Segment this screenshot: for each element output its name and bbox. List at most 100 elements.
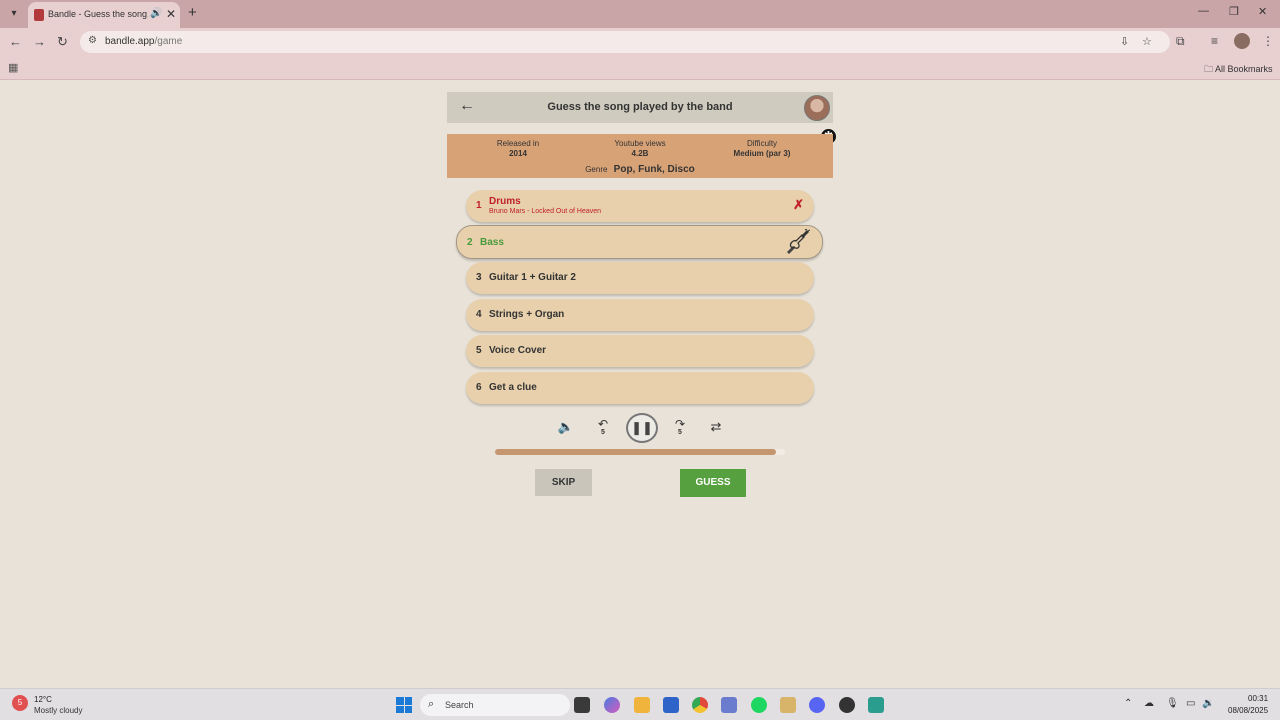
reading-list-icon[interactable]: ≡ [1211, 34, 1218, 48]
app-ruler-icon[interactable] [780, 697, 796, 713]
spotify-icon[interactable] [751, 697, 767, 713]
install-app-icon[interactable]: ⇩ [1120, 35, 1129, 48]
player-controls: 🔈 ↶ 5 ❚❚ ↷ 5 ⇄ [550, 413, 730, 443]
discord-icon[interactable] [809, 697, 825, 713]
views-info: Youtube views 4.2B [575, 139, 705, 158]
taskbar-search[interactable]: ⌕ Search [420, 694, 570, 716]
rewind-icon: ↶ [597, 417, 609, 431]
address-bar[interactable]: ⚙ bandle.app/game ⇩ ☆ [80, 31, 1170, 53]
released-label: Released in [496, 139, 540, 148]
profile-avatar[interactable] [1234, 33, 1250, 49]
app-v-icon[interactable] [721, 697, 737, 713]
tab-title: Bandle - Guess the song, or [48, 9, 148, 19]
bandle-favicon-icon [34, 9, 44, 21]
notepad-icon[interactable] [868, 697, 884, 713]
microphone-icon[interactable]: 🎙 [1166, 698, 1179, 709]
clue-row-drums[interactable]: 1 Drums Bruno Mars - Locked Out of Heave… [466, 190, 814, 222]
back-icon[interactable]: ← [9, 34, 22, 49]
repeat-off-icon[interactable]: ⇄ [706, 419, 726, 435]
skip-button[interactable]: SKIP [535, 469, 592, 496]
playback-progress[interactable] [495, 449, 785, 455]
tab-search-menu-icon[interactable]: ▾ [6, 6, 22, 22]
all-bookmarks-button[interactable]: 🗀 All Bookmarks [1204, 62, 1273, 78]
bass-guitar-icon [787, 229, 810, 254]
clock-date[interactable]: 08/08/2025 [1228, 706, 1268, 715]
page-title: Guess the song played by the band [547, 101, 733, 113]
restore-icon[interactable]: ❐ [1229, 5, 1239, 18]
clue-label: Get a clue [489, 382, 537, 393]
clue-row-voice[interactable]: 5 Voice Cover [466, 335, 814, 367]
taskbar-search-label: Search [445, 700, 474, 710]
address-toolbar: ← → ↻ ⚙ bandle.app/game ⇩ ☆ ⧉ ≡ ⋮ [0, 28, 1280, 56]
tray-cloud-icon[interactable]: ☁ [1144, 698, 1154, 709]
clock-time[interactable]: 00:31 [1248, 694, 1268, 703]
genre-info: Genre Pop, Funk, Disco [447, 164, 833, 175]
close-window-icon[interactable]: ✕ [1258, 5, 1267, 18]
tab-close-icon[interactable]: ✕ [166, 7, 176, 21]
clue-number: 2 [467, 237, 473, 248]
tray-overflow-icon[interactable]: ⌃ [1124, 698, 1132, 709]
browser-menu-icon[interactable]: ⋮ [1262, 34, 1274, 48]
site-info-icon[interactable]: ⚙ [88, 35, 97, 46]
released-info: Released in 2014 [453, 139, 583, 158]
task-view-icon[interactable] [574, 697, 590, 713]
apps-grid-icon[interactable]: ▦ [8, 61, 18, 74]
windows-taskbar: 5 12°C Mostly cloudy ⌕ Search ⌃ ☁ 🎙 ▭ 🔉 … [0, 688, 1280, 720]
search-icon: ⌕ [428, 698, 435, 710]
forward-button[interactable]: ↷ 5 [670, 417, 690, 436]
clue-label: Bass [480, 237, 504, 248]
rewind-button[interactable]: ↶ 5 [593, 417, 613, 436]
new-tab-icon[interactable]: + [188, 4, 197, 21]
pause-button[interactable]: ❚❚ [626, 413, 658, 443]
user-avatar[interactable] [804, 95, 830, 121]
forward-icon[interactable]: → [33, 34, 46, 49]
clue-row-guitars[interactable]: 3 Guitar 1 + Guitar 2 [466, 262, 814, 294]
wrong-x-icon: ✗ [793, 197, 804, 212]
difficulty-value: Medium (par 3) [733, 149, 791, 158]
clue-row-get-clue[interactable]: 6 Get a clue [466, 372, 814, 404]
weather-temp: 12°C [34, 695, 52, 704]
clue-number: 4 [476, 309, 482, 320]
store-icon[interactable] [663, 697, 679, 713]
url-text[interactable]: bandle.app/game [105, 36, 182, 47]
volume-icon[interactable]: 🔈 [556, 419, 576, 435]
rewind-seconds: 5 [601, 429, 605, 436]
app-dark-icon[interactable] [839, 697, 855, 713]
clue-label: Drums [489, 196, 521, 207]
reload-icon[interactable]: ↻ [57, 34, 68, 50]
clue-number: 6 [476, 382, 482, 393]
url-path: /game [154, 36, 183, 47]
clue-number: 3 [476, 272, 482, 283]
clue-label: Voice Cover [489, 345, 547, 356]
forward-seconds: 5 [678, 429, 682, 436]
minimize-icon[interactable]: — [1198, 5, 1209, 17]
bookmark-star-icon[interactable]: ☆ [1142, 35, 1152, 48]
forward-icon: ↷ [674, 417, 686, 431]
guess-button[interactable]: GUESS [680, 469, 746, 497]
pause-icon: ❚❚ [631, 420, 653, 435]
speaker-icon[interactable]: 🔉 [1202, 698, 1214, 709]
network-icon[interactable]: ▭ [1186, 698, 1195, 709]
file-explorer-icon[interactable] [634, 697, 650, 713]
progress-fill [495, 449, 777, 455]
game-header: ← Guess the song played by the band [447, 92, 833, 123]
difficulty-label: Difficulty [746, 139, 778, 148]
bookmarks-bar: ▦ 🗀 All Bookmarks [0, 56, 1280, 80]
folder-icon: 🗀 [1204, 64, 1214, 74]
extensions-icon[interactable]: ⧉ [1176, 34, 1185, 49]
start-windows-icon[interactable] [396, 697, 412, 713]
weather-icon[interactable]: 5 [12, 695, 28, 711]
chrome-icon[interactable] [692, 697, 708, 713]
song-info-panel: Released in 2014 Youtube views 4.2B Diff… [447, 134, 833, 178]
views-value: 4.2B [631, 149, 649, 158]
views-label: Youtube views [614, 139, 666, 148]
clue-row-bass[interactable]: 2 Bass [456, 225, 823, 259]
released-value: 2014 [509, 149, 527, 158]
tab-audio-icon[interactable]: 🔊 [150, 8, 162, 19]
copilot-icon[interactable] [604, 697, 620, 713]
clue-label: Strings + Organ [489, 309, 565, 320]
browser-tabbar: ▾ Bandle - Guess the song, or 🔊 ✕ + — ❐ … [0, 0, 1280, 28]
url-host: bandle.app [105, 36, 155, 47]
browser-tab[interactable]: Bandle - Guess the song, or 🔊 ✕ [28, 2, 180, 28]
clue-row-strings[interactable]: 4 Strings + Organ [466, 299, 814, 331]
